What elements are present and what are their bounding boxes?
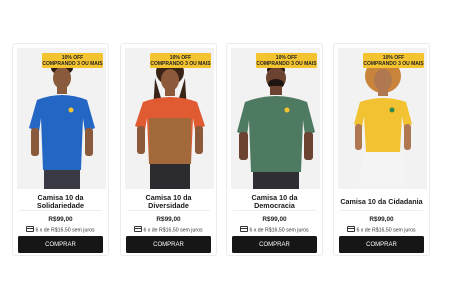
product-image[interactable]: 10% OFF COMPRANDO 3 OU MAIS <box>17 48 106 189</box>
badge-line2: COMPRANDO 3 OU MAIS <box>42 61 103 67</box>
product-card[interactable]: 10% OFF COMPRANDO 3 OU MAIS Camisa 10 da… <box>226 43 323 256</box>
divider <box>127 210 210 211</box>
model-photo <box>17 48 106 189</box>
installments-info: 6 x de R$16,50 sem juros <box>121 226 216 234</box>
installments-text: 6 x de R$16,50 sem juros <box>143 227 203 234</box>
product-image[interactable]: 10% OFF COMPRANDO 3 OU MAIS <box>231 48 320 189</box>
product-card[interactable]: 10% OFF COMPRANDO 3 OU MAIS Camisa 10 da… <box>333 43 430 256</box>
installments-text: 6 x de R$16,50 sem juros <box>35 227 95 234</box>
credit-card-icon <box>240 226 249 232</box>
credit-card-icon <box>134 226 143 232</box>
model-photo <box>231 48 320 189</box>
product-price: R$99,00 <box>48 216 73 223</box>
buy-button[interactable]: COMPRAR <box>339 236 424 253</box>
product-price: R$99,00 <box>262 216 287 223</box>
credit-card-icon <box>347 226 356 232</box>
installments-text: 6 x de R$16,50 sem juros <box>356 227 416 234</box>
product-card[interactable]: 10% OFF COMPRANDO 3 OU MAIS Camisa 10 da… <box>12 43 109 256</box>
product-image[interactable]: 10% OFF COMPRANDO 3 OU MAIS <box>125 48 214 189</box>
divider <box>233 210 316 211</box>
installments-info: 6 x de R$16,50 sem juros <box>13 226 108 234</box>
badge-line2: COMPRANDO 3 OU MAIS <box>150 61 211 67</box>
discount-badge: 10% OFF COMPRANDO 3 OU MAIS <box>150 53 211 68</box>
badge-line2: COMPRANDO 3 OU MAIS <box>256 61 317 67</box>
discount-badge: 10% OFF COMPRANDO 3 OU MAIS <box>363 53 424 68</box>
installments-text: 6 x de R$16,50 sem juros <box>249 227 309 234</box>
product-price: R$99,00 <box>156 216 181 223</box>
discount-badge: 10% OFF COMPRANDO 3 OU MAIS <box>42 53 103 68</box>
model-photo <box>338 48 427 189</box>
product-card[interactable]: 10% OFF COMPRANDO 3 OU MAIS Camisa 10 da… <box>120 43 217 256</box>
product-grid: 10% OFF COMPRANDO 3 OU MAIS Camisa 10 da… <box>12 43 438 258</box>
model-photo <box>125 48 214 189</box>
buy-button[interactable]: COMPRAR <box>18 236 103 253</box>
buy-button[interactable]: COMPRAR <box>232 236 317 253</box>
discount-badge: 10% OFF COMPRANDO 3 OU MAIS <box>256 53 317 68</box>
product-price: R$99,00 <box>369 216 394 223</box>
installments-info: 6 x de R$16,50 sem juros <box>334 226 429 234</box>
buy-button[interactable]: COMPRAR <box>126 236 211 253</box>
badge-line2: COMPRANDO 3 OU MAIS <box>363 61 424 67</box>
divider <box>19 210 102 211</box>
product-image[interactable]: 10% OFF COMPRANDO 3 OU MAIS <box>338 48 427 189</box>
credit-card-icon <box>26 226 35 232</box>
installments-info: 6 x de R$16,50 sem juros <box>227 226 322 234</box>
divider <box>340 210 423 211</box>
